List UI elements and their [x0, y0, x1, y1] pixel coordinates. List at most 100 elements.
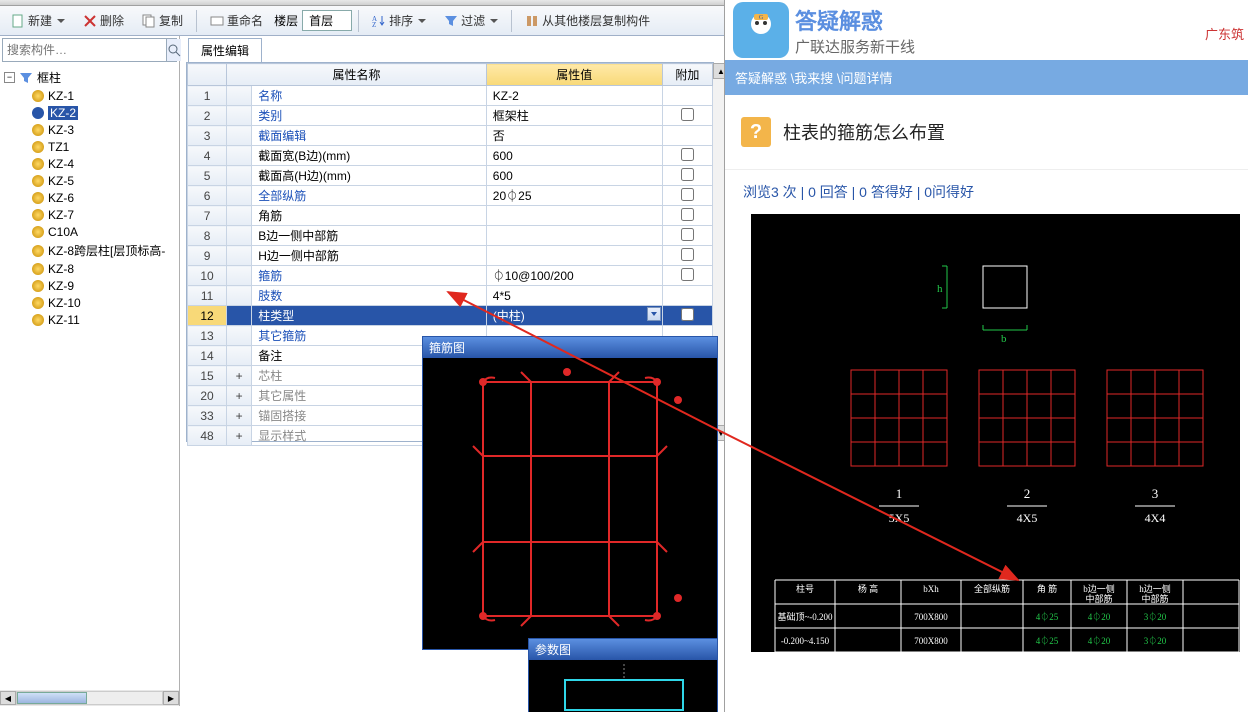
- tree-item-KZ-9[interactable]: KZ-9: [32, 278, 179, 294]
- prop-value[interactable]: [486, 206, 662, 226]
- prop-value[interactable]: ⏀10@100/200: [486, 266, 662, 286]
- prop-extra[interactable]: [662, 226, 712, 246]
- scroll-right-icon[interactable]: ▶: [163, 691, 179, 705]
- tree-item-KZ-1[interactable]: KZ-1: [32, 88, 179, 104]
- floor-select[interactable]: 首层: [302, 10, 352, 31]
- tree-item-KZ-2[interactable]: KZ-2: [32, 105, 179, 121]
- prop-value[interactable]: 4*5: [486, 286, 662, 306]
- col-name[interactable]: 属性名称: [227, 64, 487, 86]
- extra-checkbox[interactable]: [681, 268, 694, 281]
- prop-extra[interactable]: [662, 206, 712, 226]
- expand-button: [227, 286, 252, 306]
- extra-checkbox[interactable]: [681, 168, 694, 181]
- prop-row-5[interactable]: 5截面高(H边)(mm)600: [188, 166, 713, 186]
- col-extra[interactable]: 附加: [662, 64, 712, 86]
- prop-value[interactable]: [486, 226, 662, 246]
- prop-extra[interactable]: [662, 186, 712, 206]
- prop-extra[interactable]: [662, 126, 712, 146]
- param-title[interactable]: 参数图: [529, 639, 717, 660]
- prop-extra[interactable]: [662, 286, 712, 306]
- extra-checkbox[interactable]: [681, 228, 694, 241]
- row-number: 4: [188, 146, 227, 166]
- search-input[interactable]: [3, 39, 166, 61]
- prop-extra[interactable]: [662, 246, 712, 266]
- gear-icon: [32, 263, 44, 275]
- prop-value[interactable]: [486, 246, 662, 266]
- extra-checkbox[interactable]: [681, 148, 694, 161]
- prop-value[interactable]: 20⏀25: [486, 186, 662, 206]
- delete-button[interactable]: 删除: [76, 8, 131, 33]
- expand-button: [227, 246, 252, 266]
- extra-checkbox[interactable]: [681, 208, 694, 221]
- extra-checkbox[interactable]: [681, 308, 694, 321]
- prop-row-12[interactable]: 12柱类型(中柱): [188, 306, 713, 326]
- prop-value[interactable]: 框架柱: [486, 106, 662, 126]
- tree-hscroll[interactable]: ◀ ▶: [0, 690, 179, 706]
- tree-item-KZ-3[interactable]: KZ-3: [32, 122, 179, 138]
- prop-extra[interactable]: [662, 166, 712, 186]
- breadcrumb[interactable]: 答疑解惑 \我来搜 \问题详情: [725, 60, 1248, 95]
- cad-view[interactable]: hb15X524X534X4柱号杨 高bXh全部纵筋角 筋b边一侧中部筋h边一侧…: [751, 214, 1240, 652]
- prop-row-9[interactable]: 9H边一侧中部筋: [188, 246, 713, 266]
- search-button[interactable]: [166, 39, 181, 61]
- tree-item-KZ-4[interactable]: KZ-4: [32, 156, 179, 172]
- filter-button[interactable]: 过滤: [437, 8, 505, 33]
- prop-row-2[interactable]: 2类别框架柱: [188, 106, 713, 126]
- extra-checkbox[interactable]: [681, 248, 694, 261]
- prop-row-1[interactable]: 1名称KZ-2: [188, 86, 713, 106]
- new-button[interactable]: 新建: [4, 8, 72, 33]
- tree-item-KZ-5[interactable]: KZ-5: [32, 173, 179, 189]
- tree-item-KZ-10[interactable]: KZ-10: [32, 295, 179, 311]
- collapse-icon[interactable]: −: [4, 72, 15, 83]
- stirrup-canvas: [423, 358, 717, 648]
- tree-root[interactable]: − 框柱: [4, 68, 179, 87]
- prop-row-6[interactable]: 6全部纵筋20⏀25: [188, 186, 713, 206]
- extra-checkbox[interactable]: [681, 188, 694, 201]
- prop-extra[interactable]: [662, 86, 712, 106]
- svg-text:b: b: [1001, 333, 1007, 345]
- expand-button[interactable]: +: [227, 366, 252, 386]
- copy-from-floor-button[interactable]: 从其他楼层复制构件: [518, 8, 657, 33]
- sort-button[interactable]: AZ排序: [365, 8, 433, 33]
- prop-extra[interactable]: [662, 106, 712, 126]
- prop-row-7[interactable]: 7角筋: [188, 206, 713, 226]
- prop-extra[interactable]: [662, 146, 712, 166]
- expand-button[interactable]: +: [227, 406, 252, 426]
- tree-item-KZ-11[interactable]: KZ-11: [32, 312, 179, 328]
- region-badge[interactable]: 广东筑: [1205, 24, 1244, 43]
- prop-row-10[interactable]: 10箍筋⏀10@100/200: [188, 266, 713, 286]
- dropdown-button[interactable]: [647, 307, 661, 321]
- prop-row-4[interactable]: 4截面宽(B边)(mm)600: [188, 146, 713, 166]
- gear-icon: [32, 245, 44, 257]
- tab-properties[interactable]: 属性编辑: [188, 38, 262, 62]
- prop-value[interactable]: (中柱): [486, 306, 662, 326]
- prop-value[interactable]: 600: [486, 166, 662, 186]
- prop-value[interactable]: KZ-2: [486, 86, 662, 106]
- row-number: 20: [188, 386, 227, 406]
- prop-value[interactable]: 否: [486, 126, 662, 146]
- tree-item-TZ1[interactable]: TZ1: [32, 139, 179, 155]
- expand-button[interactable]: +: [227, 386, 252, 406]
- prop-extra[interactable]: [662, 306, 712, 326]
- component-tree-pane: − 框柱 KZ-1KZ-2KZ-3TZ1KZ-4KZ-5KZ-6KZ-7C10A…: [0, 36, 180, 706]
- scroll-thumb[interactable]: [17, 692, 87, 704]
- prop-extra[interactable]: [662, 266, 712, 286]
- col-value[interactable]: 属性值: [486, 64, 662, 86]
- prop-value[interactable]: 600: [486, 146, 662, 166]
- svg-text:4X4: 4X4: [1145, 511, 1166, 525]
- tree-item-KZ-8[interactable]: KZ-8: [32, 261, 179, 277]
- prop-row-3[interactable]: 3截面编辑否: [188, 126, 713, 146]
- tree-item-KZ-6[interactable]: KZ-6: [32, 190, 179, 206]
- tree-item-KZ-7[interactable]: KZ-7: [32, 207, 179, 223]
- scroll-left-icon[interactable]: ◀: [0, 691, 16, 705]
- rename-button[interactable]: 重命名: [203, 8, 270, 33]
- prop-row-11[interactable]: 11肢数4*5: [188, 286, 713, 306]
- prop-row-8[interactable]: 8B边一侧中部筋: [188, 226, 713, 246]
- expand-button[interactable]: +: [227, 426, 252, 446]
- stirrup-title[interactable]: 箍筋图: [423, 337, 717, 358]
- tree-item-C10A[interactable]: C10A: [32, 224, 179, 240]
- tree-item-KZ-8跨层柱[层顶标高-[interactable]: KZ-8跨层柱[层顶标高-: [32, 241, 179, 260]
- copy-button[interactable]: 复制: [135, 8, 190, 33]
- svg-text:1: 1: [896, 486, 903, 501]
- extra-checkbox[interactable]: [681, 108, 694, 121]
